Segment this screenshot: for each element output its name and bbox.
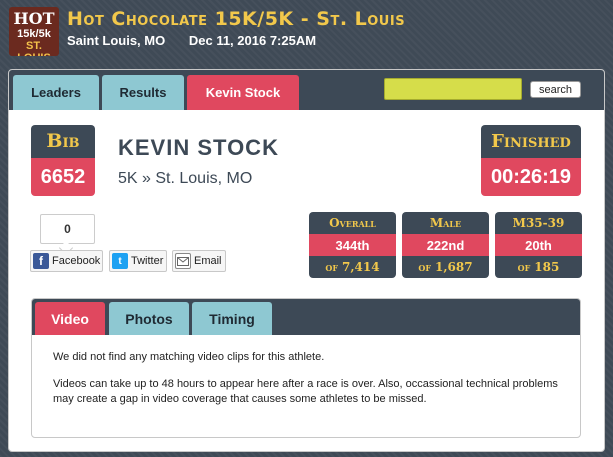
tab-video[interactable]: Video <box>35 302 105 335</box>
race-subtitle: Saint Louis, MO Dec 11, 2016 7:25AM <box>67 33 336 48</box>
search-input[interactable] <box>384 78 522 100</box>
video-delay-message: Videos can take up to 48 hours to appear… <box>53 378 558 405</box>
rank-overall-place: 344th <box>309 234 396 256</box>
tab-timing[interactable]: Timing <box>192 302 272 335</box>
finished-box: Finished 00:26:19 <box>481 125 581 196</box>
bib-box: Bib 6652 <box>31 125 95 196</box>
facebook-share-button[interactable]: f Facebook <box>30 250 103 272</box>
tab-leaders[interactable]: Leaders <box>13 75 99 110</box>
tab-photos[interactable]: Photos <box>109 302 189 335</box>
rank-total-value: 7,414 <box>342 260 380 274</box>
logo-text-bottom: ST. LOUIS <box>17 40 51 56</box>
email-icon <box>175 253 191 269</box>
media-tab-bar: Video Photos Timing <box>32 299 580 335</box>
bib-label: Bib <box>31 125 95 158</box>
rank-overall-total: of 7,414 <box>309 256 396 278</box>
rank-of-label: of <box>517 260 531 274</box>
no-video-message: We did not find any matching video clips… <box>53 351 325 363</box>
rank-division-total: of 185 <box>495 256 582 278</box>
twitter-share-button[interactable]: t Twitter <box>109 250 167 272</box>
rank-gender-label: Male <box>429 216 462 230</box>
rank-overall: Overall 344th of 7,414 <box>309 212 396 278</box>
email-label: Email <box>194 255 222 267</box>
facebook-icon: f <box>33 253 49 269</box>
rank-gender-place: 222nd <box>402 234 489 256</box>
facebook-label: Facebook <box>52 255 101 267</box>
search-button[interactable]: search <box>530 81 581 98</box>
finished-label: Finished <box>481 125 581 158</box>
rank-total-value: 185 <box>534 260 560 274</box>
logo-text-top: HOT <box>13 9 55 28</box>
bib-number: 6652 <box>31 158 95 196</box>
race-location: Saint Louis, MO <box>67 33 166 48</box>
race-title[interactable]: Hot Chocolate 15K/5K - St. Louis <box>67 8 405 30</box>
rank-total-value: 1,687 <box>435 260 473 274</box>
rank-gender: Male 222nd of 1,687 <box>402 212 489 278</box>
rank-of-label: of <box>325 260 339 274</box>
rank-division-label: M35-39 <box>512 216 565 230</box>
rank-gender-total: of 1,687 <box>402 256 489 278</box>
tab-athlete[interactable]: Kevin Stock <box>187 75 299 110</box>
twitter-label: Twitter <box>131 255 164 267</box>
rank-overall-label: Overall <box>329 216 376 230</box>
media-section: Video Photos Timing We did not find any … <box>31 298 581 438</box>
top-tab-bar: Leaders Results Kevin Stock search <box>9 70 604 110</box>
athlete-race: 5K » St. Louis, MO <box>118 170 253 187</box>
rank-of-label: of <box>418 260 432 274</box>
finish-time: 00:26:19 <box>481 158 581 196</box>
rank-division-place: 20th <box>495 234 582 256</box>
athlete-name: KEVIN STOCK <box>118 135 279 160</box>
race-datetime: Dec 11, 2016 7:25AM <box>188 33 317 48</box>
athlete-panel: Leaders Results Kevin Stock search Bib 6… <box>8 69 605 452</box>
tab-results[interactable]: Results <box>102 75 184 110</box>
rank-division: M35-39 20th of 185 <box>495 212 582 278</box>
logo-text-mid: 15k/5k <box>17 28 51 40</box>
email-share-button[interactable]: Email <box>172 250 226 272</box>
like-count-box: 0 <box>40 214 95 244</box>
race-logo[interactable]: HOT 15k/5k ST. LOUIS <box>9 7 59 56</box>
twitter-icon: t <box>112 253 128 269</box>
